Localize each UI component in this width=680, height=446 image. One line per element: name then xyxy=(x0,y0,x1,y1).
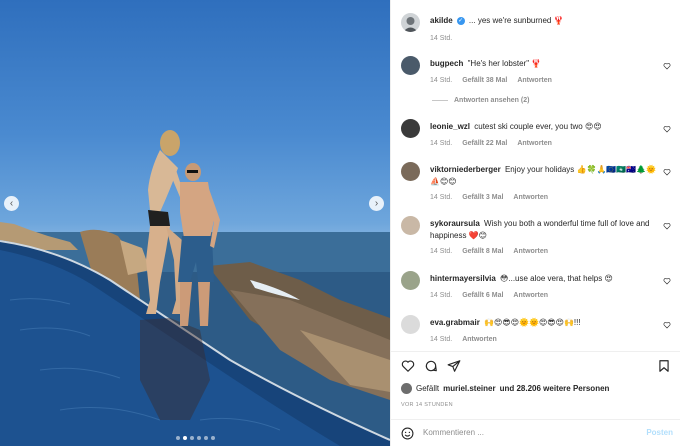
liker-username[interactable]: muriel.steiner xyxy=(443,384,495,393)
caption-username[interactable]: akilde xyxy=(430,16,453,25)
comment-reply-button[interactable]: Antworten xyxy=(513,248,548,255)
comment-username[interactable]: viktorniederberger xyxy=(430,165,501,174)
chevron-right-icon: › xyxy=(374,198,379,209)
carousel-dot xyxy=(176,436,180,440)
photo-scene xyxy=(0,130,390,446)
avatar[interactable] xyxy=(401,56,420,75)
action-bar xyxy=(401,359,671,375)
heart-icon[interactable] xyxy=(663,277,671,285)
comment-username[interactable]: eva.grabmair xyxy=(430,318,480,327)
paper-plane-icon[interactable] xyxy=(447,359,461,373)
post-photo: ‹ › xyxy=(0,0,390,446)
avatar[interactable] xyxy=(401,13,420,32)
comment-username[interactable]: bugpech xyxy=(430,59,463,68)
comment-time[interactable]: 14 Std. xyxy=(430,336,452,343)
carousel-dot xyxy=(211,436,215,440)
comment-likes[interactable]: Gefällt 22 Mal xyxy=(462,140,507,147)
post-detail-panel: akilde ✓ ... yes we're sunburned 🦞 14 Std… xyxy=(390,0,680,446)
avatar[interactable] xyxy=(401,119,420,138)
comment-time[interactable]: 14 Std. xyxy=(430,248,452,255)
comment-reply-button[interactable]: Antworten xyxy=(513,194,548,201)
comment-reply-button[interactable]: Antworten xyxy=(517,77,552,84)
chevron-left-icon: ‹ xyxy=(9,198,14,209)
comment-input[interactable]: Kommentieren ... xyxy=(423,428,484,437)
carousel-next-button[interactable]: › xyxy=(369,196,384,211)
avatar[interactable] xyxy=(401,162,420,181)
likes-summary: Gefällt muriel.steiner und 28.206 weiter… xyxy=(401,383,609,394)
comment-time[interactable]: 14 Std. xyxy=(430,292,452,299)
carousel-dot xyxy=(190,436,194,440)
caption-time[interactable]: 14 Std. xyxy=(430,35,452,42)
comment-text: 🙌😍😎😍🌞🌞😍😎😍🙌!!! xyxy=(484,318,581,327)
avatar[interactable] xyxy=(401,216,420,235)
comment-text: cutest ski couple ever, you two 😍😍 xyxy=(474,122,602,131)
verified-badge-icon: ✓ xyxy=(456,16,465,25)
avatar[interactable] xyxy=(401,271,420,290)
comment-text: 😳...use aloe vera, that helps 😍 xyxy=(500,274,613,283)
carousel-dot xyxy=(204,436,208,440)
carousel-dot xyxy=(197,436,201,440)
comment-likes[interactable]: Gefällt 38 Mal xyxy=(462,77,507,84)
comment-text: "He's her lobster" 🦞 xyxy=(467,59,542,68)
heart-icon[interactable] xyxy=(663,168,671,176)
comment-time[interactable]: 14 Std. xyxy=(430,140,452,147)
comment-time[interactable]: 14 Std. xyxy=(430,77,452,84)
add-comment-bar: Kommentieren ... Posten xyxy=(391,419,680,446)
carousel-indicator xyxy=(176,436,215,440)
comment-username[interactable]: leonie_wzl xyxy=(430,122,470,131)
heart-icon[interactable] xyxy=(401,359,415,373)
smiley-icon[interactable] xyxy=(401,427,414,440)
post-comment-button[interactable]: Posten xyxy=(646,428,673,437)
heart-icon[interactable] xyxy=(663,125,671,133)
view-replies-button[interactable]: Antworten ansehen (2) xyxy=(432,97,529,104)
heart-icon[interactable] xyxy=(663,222,671,230)
bookmark-icon[interactable] xyxy=(657,359,671,373)
caption-text: ... yes we're sunburned 🦞 xyxy=(468,16,564,25)
comment-icon[interactable] xyxy=(424,359,438,373)
view-replies-label: Antworten ansehen (2) xyxy=(454,97,530,104)
comment-reply-button[interactable]: Antworten xyxy=(517,140,552,147)
comment-likes[interactable]: Gefällt 3 Mal xyxy=(462,194,503,201)
comment-reply-button[interactable]: Antworten xyxy=(462,336,497,343)
avatar[interactable] xyxy=(401,315,420,334)
comment-reply-button[interactable]: Antworten xyxy=(513,292,548,299)
likes-prefix: Gefällt xyxy=(416,384,440,393)
comments-list[interactable]: akilde ✓ ... yes we're sunburned 🦞 14 Std… xyxy=(391,0,680,352)
comment-time[interactable]: 14 Std. xyxy=(430,194,452,201)
liker-avatar[interactable] xyxy=(401,383,412,394)
heart-icon[interactable] xyxy=(663,321,671,329)
comment-likes[interactable]: Gefällt 6 Mal xyxy=(462,292,503,299)
comment-username[interactable]: hintermayersilvia xyxy=(430,274,496,283)
heart-icon[interactable] xyxy=(663,62,671,70)
divider xyxy=(391,351,680,352)
comment-username[interactable]: sykoraursula xyxy=(430,219,480,228)
carousel-prev-button[interactable]: ‹ xyxy=(4,196,19,211)
divider-line xyxy=(432,100,448,101)
post-timestamp[interactable]: VOR 14 STUNDEN xyxy=(401,402,453,408)
likes-count[interactable]: und 28.206 weitere Personen xyxy=(500,384,610,393)
carousel-dot-active xyxy=(183,436,187,440)
comment-likes[interactable]: Gefällt 8 Mal xyxy=(462,248,503,255)
